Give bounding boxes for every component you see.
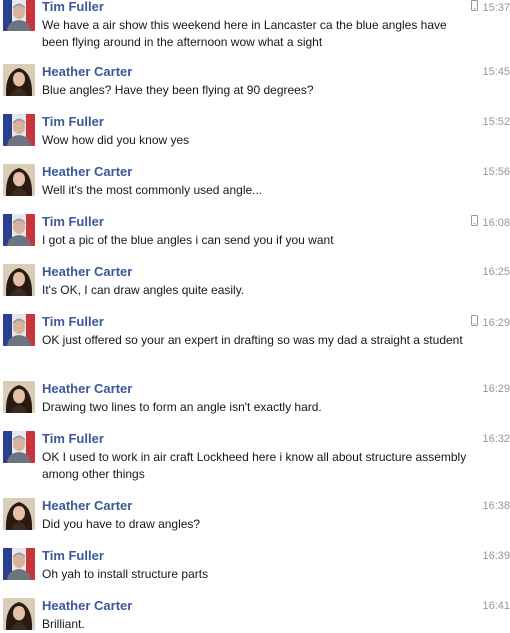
tim-avatar[interactable] — [3, 0, 35, 31]
timestamp: 16:39 — [482, 550, 510, 562]
timestamp: 16:08 — [471, 215, 510, 230]
heather-avatar[interactable] — [3, 498, 35, 530]
timestamp: 16:38 — [482, 500, 510, 512]
message-text: Wow how did you know yes — [42, 133, 190, 147]
sender-name[interactable]: Heather Carter — [42, 381, 132, 397]
timestamp: 16:25 — [482, 266, 510, 278]
timestamp: 15:56 — [482, 166, 510, 178]
timestamp: 16:29 — [471, 315, 510, 330]
timestamp: 15:52 — [482, 116, 510, 128]
sender-name[interactable]: Heather Carter — [42, 498, 132, 514]
timestamp: 15:45 — [482, 66, 510, 78]
message-text: Brilliant. — [42, 617, 85, 631]
sender-name[interactable]: Heather Carter — [42, 264, 132, 280]
timestamp: 15:37 — [471, 0, 510, 15]
sender-name[interactable]: Heather Carter — [42, 598, 132, 614]
tim-avatar[interactable] — [3, 548, 35, 580]
tim-avatar[interactable] — [3, 431, 35, 463]
heather-avatar[interactable] — [3, 64, 35, 96]
message-text: Drawing two lines to form an angle isn't… — [42, 400, 322, 414]
mobile-icon — [471, 315, 479, 330]
sender-name[interactable]: Heather Carter — [42, 64, 132, 80]
tim-avatar[interactable] — [3, 114, 35, 146]
heather-avatar[interactable] — [3, 598, 35, 630]
sender-name[interactable]: Tim Fuller — [42, 214, 104, 230]
message-text: It's OK, I can draw angles quite easily. — [42, 283, 245, 297]
mobile-icon — [471, 0, 479, 15]
message-text: I got a pic of the blue angles i can sen… — [42, 233, 334, 247]
message-text: OK I used to work in air craft Lockheed … — [42, 450, 467, 481]
timestamp: 16:29 — [482, 383, 510, 395]
heather-avatar[interactable] — [3, 164, 35, 196]
message-text: Oh yah to install structure parts — [42, 567, 209, 581]
sender-name[interactable]: Tim Fuller — [42, 314, 104, 330]
sender-name[interactable]: Tim Fuller — [42, 548, 104, 564]
sender-name[interactable]: Tim Fuller — [42, 114, 104, 130]
heather-avatar[interactable] — [3, 264, 35, 296]
mobile-icon — [471, 215, 479, 230]
message-text: Blue angles? Have they been flying at 90… — [42, 83, 314, 97]
sender-name[interactable]: Tim Fuller — [42, 0, 104, 15]
timestamp: 16:32 — [482, 433, 510, 445]
timestamp: 16:41 — [482, 600, 510, 612]
tim-avatar[interactable] — [3, 214, 35, 246]
message-text: Did you have to draw angles? — [42, 517, 201, 531]
sender-name[interactable]: Heather Carter — [42, 164, 132, 180]
message-text: Well it's the most commonly used angle..… — [42, 183, 263, 197]
message-thread: Tim Fuller 15:37 We have a air show this… — [0, 0, 510, 631]
message-text: OK just offered so your an expert in dra… — [42, 333, 463, 347]
heather-avatar[interactable] — [3, 381, 35, 413]
tim-avatar[interactable] — [3, 314, 35, 346]
message-text: We have a air show this weekend here in … — [42, 18, 447, 49]
sender-name[interactable]: Tim Fuller — [42, 431, 104, 447]
